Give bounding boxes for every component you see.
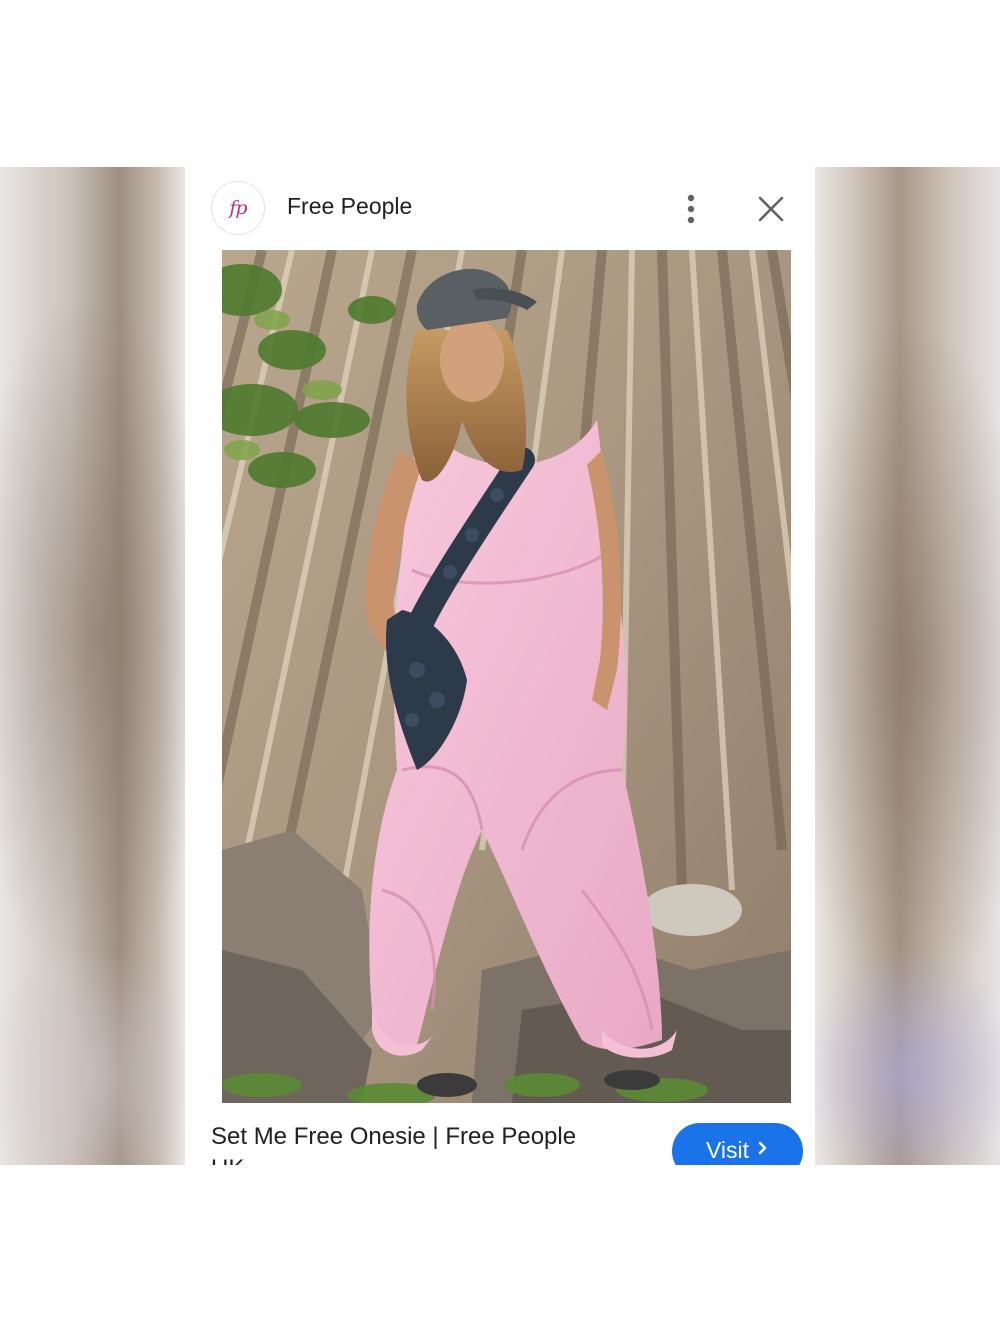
more-options-button[interactable] xyxy=(677,189,705,229)
image-preview-sheet: fp Free People Set Me Free Onesie | Free… xyxy=(185,167,815,1165)
product-photo[interactable] xyxy=(222,250,791,1103)
product-photo-illustration xyxy=(222,250,791,1103)
sheet-header: fp Free People xyxy=(185,167,815,250)
more-vertical-icon xyxy=(687,194,695,224)
blur-shape-right-lower xyxy=(800,945,1000,1165)
result-source: UK xyxy=(211,1155,244,1165)
chevron-right-icon xyxy=(757,1137,769,1164)
visit-button[interactable]: Visit xyxy=(672,1123,803,1165)
brand-logo[interactable]: fp xyxy=(211,181,265,235)
screen: fp Free People Set Me Free Onesie | Free… xyxy=(0,0,1000,1333)
close-icon xyxy=(758,196,784,222)
visit-button-label: Visit xyxy=(705,1137,750,1163)
brand-logo-text: fp xyxy=(229,197,247,219)
blur-shape-left-lower xyxy=(0,945,200,1165)
brand-name[interactable]: Free People xyxy=(287,193,412,220)
result-title[interactable]: Set Me Free Onesie | Free People xyxy=(211,1123,576,1151)
close-button[interactable] xyxy=(751,189,791,229)
